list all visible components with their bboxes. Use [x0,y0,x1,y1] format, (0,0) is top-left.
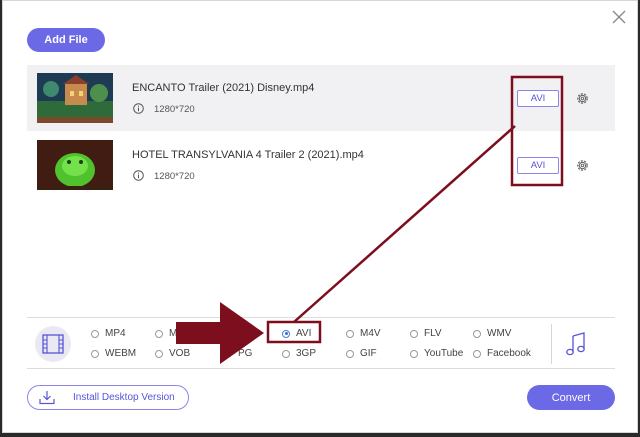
format-option-mp4[interactable]: MP4 [91,328,126,339]
converter-dialog: Add File ENCANTO Trailer (2021) Disney.m… [2,0,638,433]
info-icon[interactable] [133,170,144,181]
file-resolution: 1280*720 [154,171,195,182]
format-option-gif[interactable]: GIF [346,348,377,359]
format-option-facebook[interactable]: Facebook [473,348,531,359]
file-row: HOTEL TRANSYLVANIA 4 Trailer 2 (2021).mp… [27,132,615,198]
format-option-vob[interactable]: VOB [155,348,190,359]
output-format-button[interactable]: AVI [517,157,559,174]
install-desktop-button[interactable]: Install Desktop Version [27,385,189,410]
output-format-button[interactable]: AVI [517,90,559,107]
video-thumbnail [37,73,113,123]
add-file-button[interactable]: Add File [27,28,105,52]
video-format-tab[interactable] [35,326,71,362]
convert-button[interactable]: Convert [527,385,615,410]
format-option-webm[interactable]: WEBM [91,348,136,359]
file-name: ENCANTO Trailer (2021) Disney.mp4 [132,82,315,94]
format-option-m4v[interactable]: M4V [346,328,381,339]
format-panel: MP4 M AVI M4V FLV WMV WEBM VOB PG 3GP GI… [27,317,615,369]
file-name: HOTEL TRANSYLVANIA 4 Trailer 2 (2021).mp… [132,149,364,161]
panel-divider [551,324,552,364]
format-option-wmv[interactable]: WMV [473,328,511,339]
format-option-mpg[interactable]: PG [238,348,252,359]
format-option-m[interactable]: M [155,328,177,339]
gear-icon[interactable] [575,91,590,106]
gear-icon[interactable] [575,158,590,173]
install-label: Install Desktop Version [73,392,175,403]
format-option-youtube[interactable]: YouTube [410,348,463,359]
download-icon [39,391,55,405]
file-row: ENCANTO Trailer (2021) Disney.mp4 1280*7… [27,65,615,131]
close-icon[interactable] [611,9,627,25]
format-option-flv[interactable]: FLV [410,328,442,339]
video-film-icon [42,334,64,354]
format-option-avi[interactable]: AVI [282,328,311,339]
info-icon[interactable] [133,103,144,114]
format-option-3gp[interactable]: 3GP [282,348,316,359]
file-resolution: 1280*720 [154,104,195,115]
video-thumbnail [37,140,113,190]
music-note-icon[interactable] [565,332,587,356]
